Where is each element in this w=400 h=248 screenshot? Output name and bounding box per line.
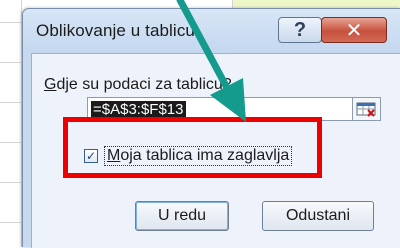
close-button[interactable]: ✕ — [321, 17, 387, 43]
range-input-value: =$A$3:$F$13 — [91, 101, 186, 118]
range-label-text: dje su podaci za tablicu? — [56, 76, 232, 93]
range-label-accelerator: G — [44, 76, 57, 93]
range-select-icon — [356, 102, 376, 117]
help-button[interactable]: ? — [278, 17, 322, 43]
highlight-box — [63, 117, 322, 178]
dialog-title: Oblikovanje u tablicu — [36, 21, 195, 40]
range-label: Gdje su podaci za tablicu? — [44, 76, 232, 94]
collapse-dialog-button[interactable] — [352, 97, 381, 121]
ok-button[interactable]: U redu — [135, 201, 229, 231]
cancel-button[interactable]: Odustani — [262, 201, 374, 231]
